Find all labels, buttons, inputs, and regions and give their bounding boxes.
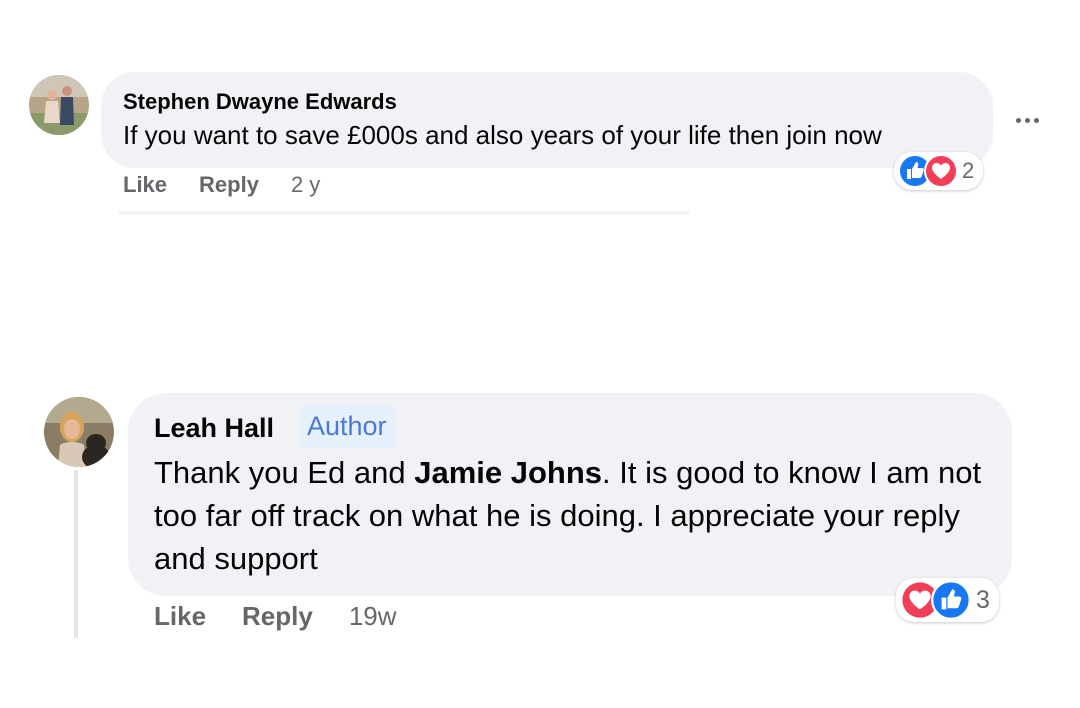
reaction-count: 2 [962, 158, 975, 183]
author-badge: Author [299, 405, 395, 448]
comment-text: If you want to save £000s and also years… [123, 120, 882, 150]
like-icon [931, 580, 971, 620]
love-icon [924, 154, 958, 188]
comment-text-prefix: Thank you Ed and [154, 455, 415, 490]
more-options-icon[interactable] [1016, 118, 1039, 123]
reactions-summary[interactable]: 3 [896, 578, 999, 622]
reply-button[interactable]: Reply [199, 172, 259, 198]
comment-timestamp[interactable]: 19w [349, 601, 397, 632]
divider [118, 211, 690, 215]
like-button[interactable]: Like [123, 172, 167, 198]
reaction-count: 3 [976, 585, 990, 614]
avatar[interactable] [29, 75, 89, 135]
comment-actions: Like Reply 19w [154, 601, 397, 632]
comment-author-name[interactable]: Leah Hall [154, 413, 274, 444]
comments-page: Stephen Dwayne Edwards If you want to sa… [0, 0, 1080, 708]
comment-text: Thank you Ed and Jamie Johns. It is good… [154, 451, 1004, 580]
comment-timestamp[interactable]: 2 y [291, 172, 320, 198]
thread-line [74, 470, 78, 638]
comment-author-name[interactable]: Stephen Dwayne Edwards [123, 89, 397, 115]
comment-actions: Like Reply 2 y [123, 172, 320, 198]
reactions-summary[interactable]: 2 [894, 152, 984, 190]
avatar[interactable] [44, 397, 114, 467]
comment-bubble: Stephen Dwayne Edwards If you want to sa… [101, 72, 993, 168]
reply-button[interactable]: Reply [242, 601, 313, 632]
mention-link[interactable]: Jamie Johns [414, 455, 602, 490]
like-button[interactable]: Like [154, 601, 206, 632]
comment-bubble: Leah Hall Author Thank you Ed and Jamie … [128, 393, 1012, 596]
